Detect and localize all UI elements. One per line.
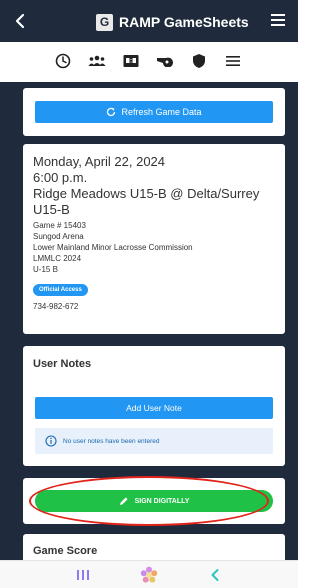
info-icon	[45, 435, 57, 447]
add-user-note-label: Add User Note	[126, 403, 182, 413]
highlight-oval	[29, 476, 269, 526]
tab-officials[interactable]	[152, 48, 178, 74]
refresh-icon	[107, 107, 116, 117]
game-tab-bar	[22, 46, 274, 76]
tab-scoring[interactable]	[118, 48, 144, 74]
app-title: RAMP GameSheets	[119, 14, 249, 30]
refresh-card: Refresh Game Data	[23, 88, 285, 136]
game-season: LMMLC 2024	[33, 254, 82, 263]
game-date: Monday, April 22, 2024	[33, 154, 166, 169]
refresh-label: Refresh Game Data	[121, 107, 202, 117]
game-score-card: Game Score	[23, 534, 285, 560]
game-code: 734-982-672	[33, 302, 79, 311]
game-arena: Sungod Arena	[33, 232, 84, 241]
gamesheets-logo: G	[96, 13, 113, 31]
game-time: 6:00 p.m.	[33, 170, 88, 185]
user-notes-title: User Notes	[33, 358, 92, 370]
no-notes-alert: No user notes have been entered	[35, 428, 273, 454]
tab-game-info[interactable]	[50, 48, 76, 74]
logo-letter: G	[99, 15, 110, 29]
game-association: Lower Mainland Minor Lacrosse Commission	[33, 243, 193, 252]
user-notes-card: User Notes Add User Note No user notes h…	[23, 346, 285, 466]
system-back-button[interactable]	[205, 565, 225, 585]
no-notes-message: No user notes have been entered	[63, 437, 160, 445]
game-info-card: Monday, April 22, 2024 6:00 p.m. Ridge M…	[23, 144, 285, 334]
game-division: U-15 B	[33, 265, 58, 274]
official-access-badge: Official Access	[33, 284, 88, 296]
game-matchup: Ridge Meadows U15-B @ Delta/Surrey U15-B	[33, 186, 260, 217]
tab-team-officials[interactable]	[186, 48, 212, 74]
team-icon	[88, 55, 106, 66]
refresh-game-data-button[interactable]: Refresh Game Data	[35, 101, 273, 123]
recent-apps-button[interactable]	[73, 565, 93, 585]
add-user-note-button[interactable]: Add User Note	[35, 397, 273, 419]
scoreboard-icon	[123, 55, 139, 67]
flower-home-icon	[140, 566, 158, 583]
tab-more[interactable]	[220, 48, 246, 74]
back-arrow-icon[interactable]	[12, 12, 30, 30]
shield-icon	[193, 54, 205, 68]
home-button[interactable]	[139, 565, 159, 585]
whistle-icon	[157, 57, 173, 67]
hamburger-menu-icon[interactable]	[271, 14, 285, 26]
game-number: Game # 15403	[33, 221, 86, 230]
chevron-left-icon	[211, 568, 219, 581]
system-nav-bar	[0, 560, 298, 588]
app-title-group: G RAMP GameSheets	[96, 12, 249, 32]
tab-rosters[interactable]	[84, 48, 110, 74]
app-header: G RAMP GameSheets	[0, 0, 298, 42]
game-score-title: Game Score	[33, 545, 98, 557]
list-icon	[226, 56, 240, 66]
recent-apps-icon	[77, 569, 89, 580]
clock-icon	[55, 53, 71, 69]
